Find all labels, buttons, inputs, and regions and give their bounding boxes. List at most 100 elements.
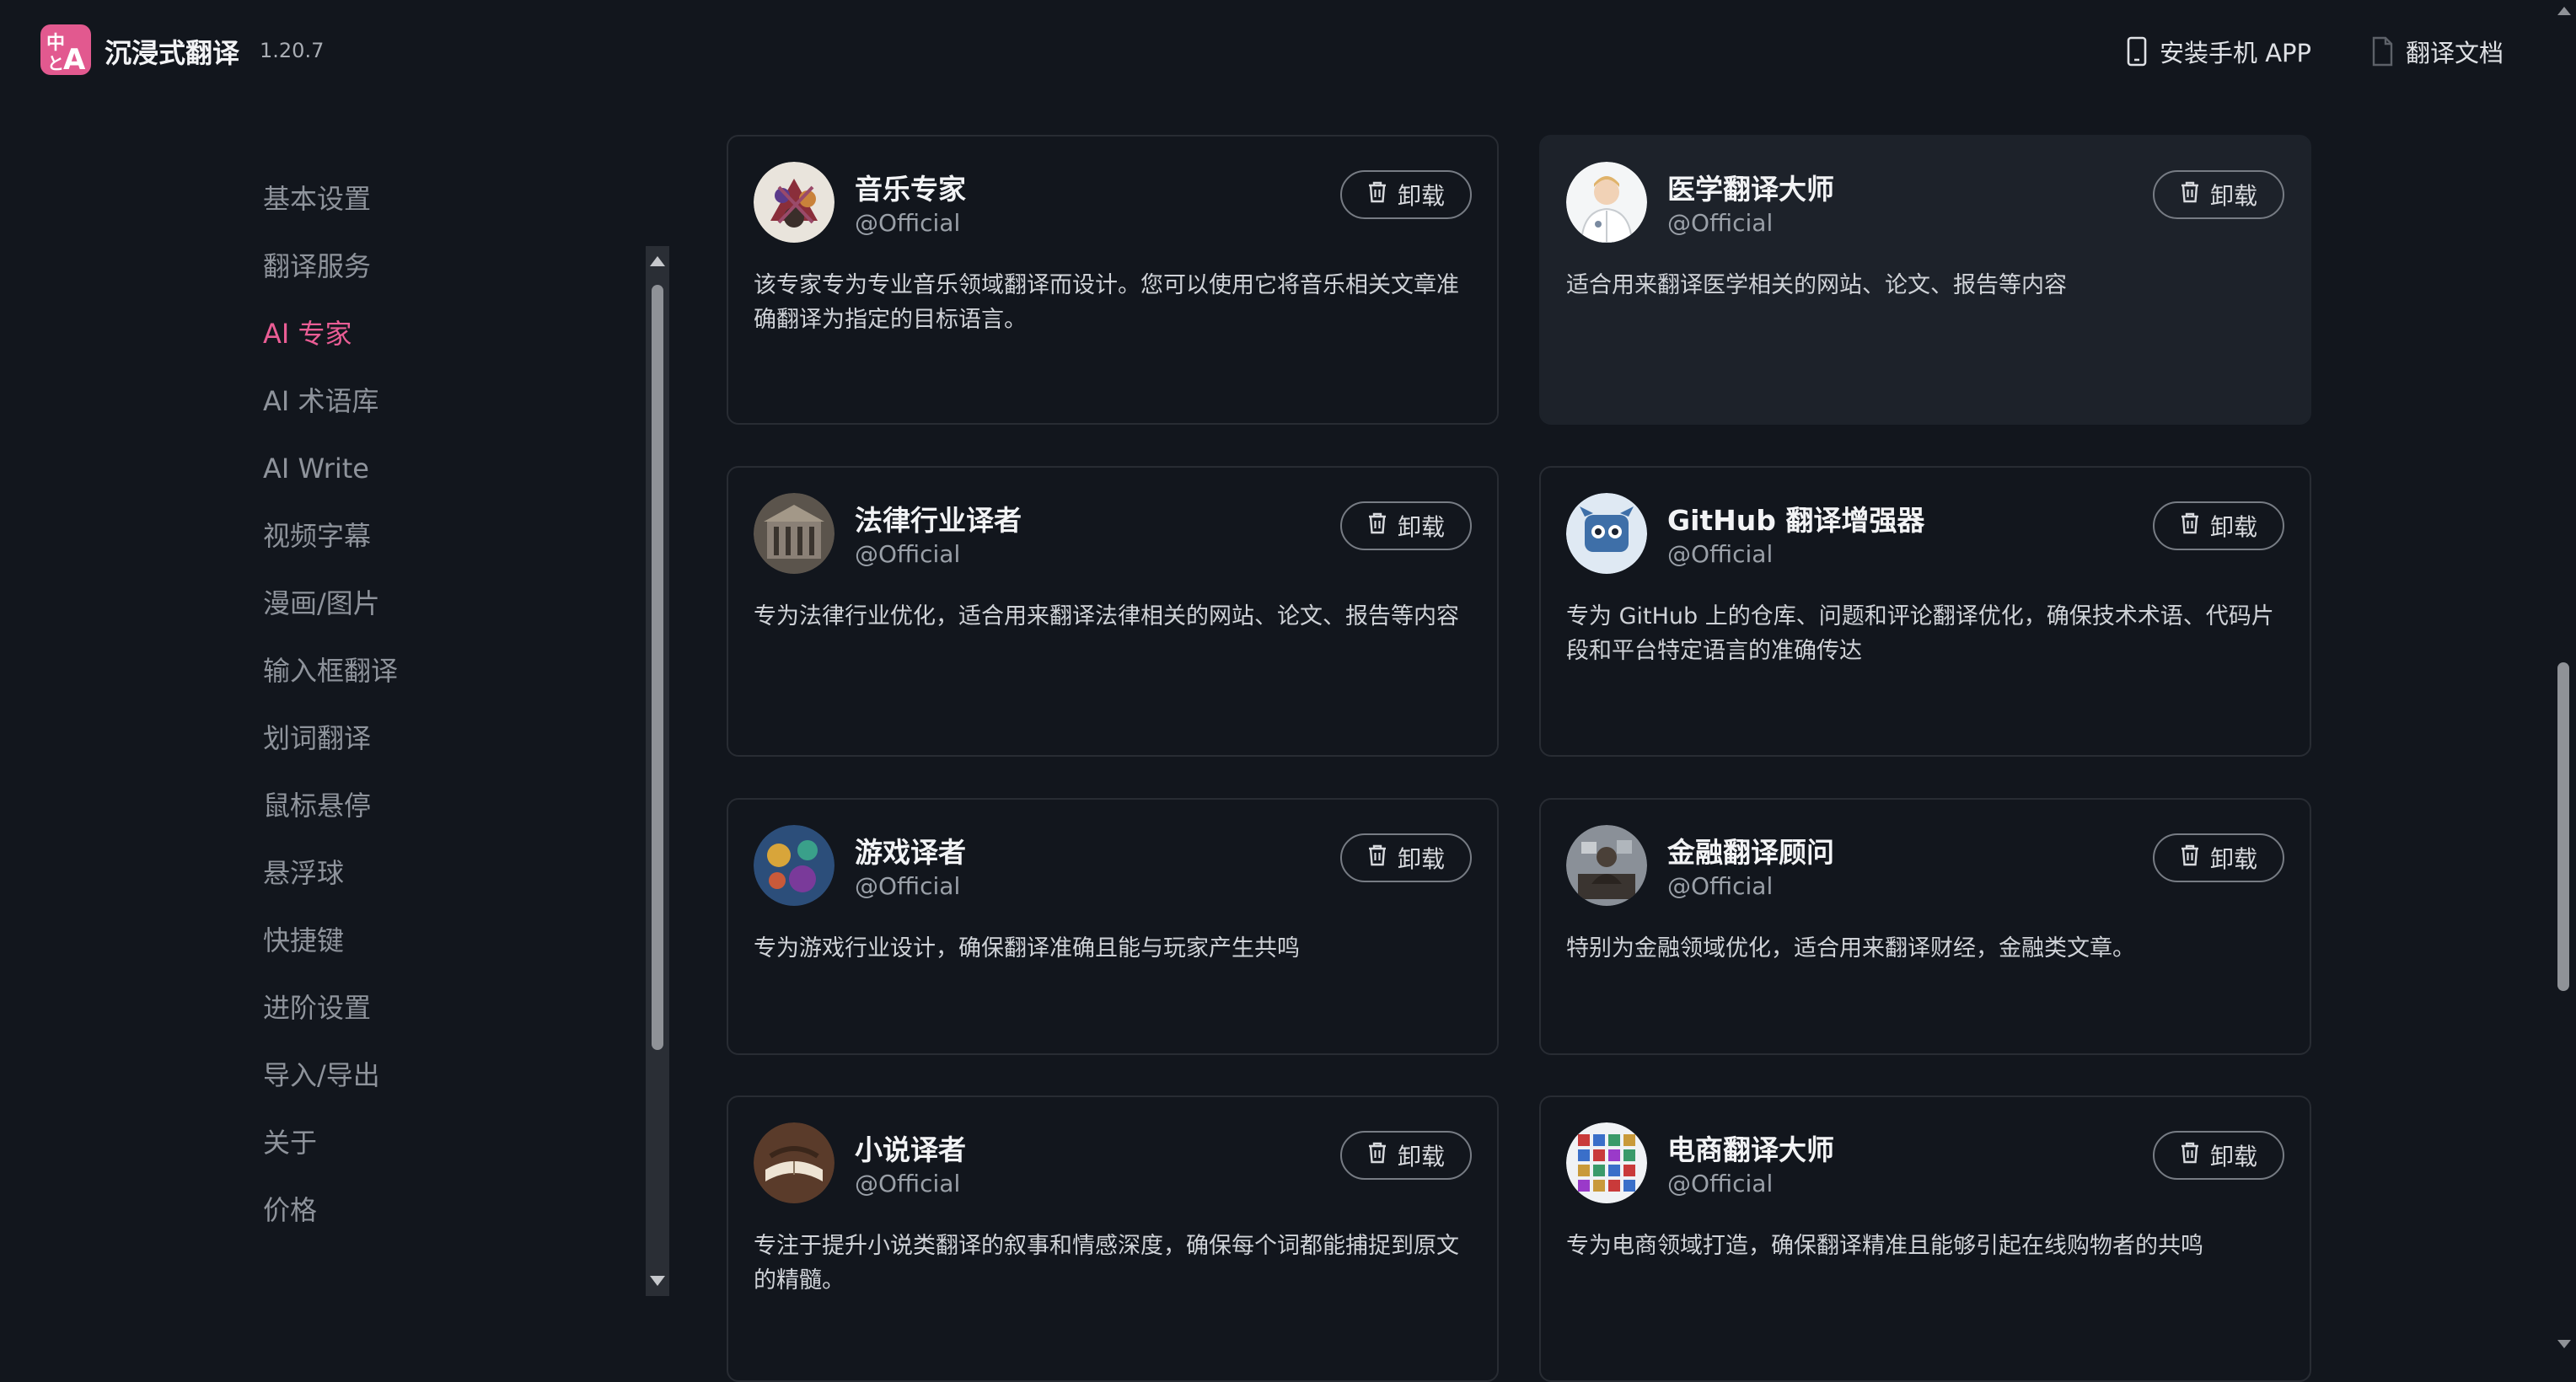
sidebar-item[interactable]: 输入框翻译 [263,645,617,713]
scroll-down-arrow-icon[interactable] [650,1276,665,1286]
uninstall-button[interactable]: 卸载 [2153,833,2284,882]
trash-icon [1367,844,1387,872]
expert-author: @Official [855,209,961,237]
expert-description: 专为法律行业优化，适合用来翻译法律相关的网站、论文、报告等内容 [754,603,1459,629]
uninstall-button[interactable]: 卸载 [2153,1131,2284,1180]
expert-title: 金融翻译顾问 [1667,836,1834,869]
expert-title: 小说译者 [855,1133,966,1166]
trash-icon [2180,181,2200,209]
uninstall-button[interactable]: 卸载 [1340,170,1472,219]
sidebar-scrollbar[interactable] [646,246,669,1296]
uninstall-label: 卸载 [2209,845,2257,873]
github-avatar-icon [1566,493,1647,574]
uninstall-button[interactable]: 卸载 [1340,501,1472,550]
trash-icon [2180,1142,2200,1170]
scrollbar-thumb[interactable] [652,285,663,1050]
trash-icon [1367,181,1387,209]
expert-title: 音乐专家 [855,173,966,206]
uninstall-label: 卸载 [1397,1143,1445,1170]
music-avatar-icon [754,162,835,243]
expert-description: 专为 GitHub 上的仓库、问题和评论翻译优化，确保技术术语、代码片段和平台特… [1566,603,2274,664]
sidebar-item[interactable]: AI 专家 [263,308,617,376]
expert-description: 专注于提升小说类翻译的叙事和情感深度，确保每个词都能捕捉到原文的精髓。 [754,1233,1459,1294]
expert-card[interactable]: 游戏译者 @Official 卸载专为游戏行业设计，确保翻译准确且能与玩家产生共鸣 [727,798,1499,1055]
trash-icon [1367,512,1387,540]
ecommerce-avatar-icon [1566,1122,1647,1203]
expert-description: 特别为金融领域优化，适合用来翻译财经，金融类文章。 [1566,935,2135,962]
sidebar-item[interactable]: 悬浮球 [263,848,617,915]
expert-author: @Official [855,1170,961,1197]
sidebar-item[interactable]: 关于 [263,1117,617,1185]
sidebar-item[interactable]: 快捷键 [263,915,617,983]
expert-card[interactable]: 音乐专家 @Official 卸载该专家专为专业音乐领域翻译而设计。您可以使用它将音… [727,135,1499,425]
uninstall-label: 卸载 [2209,182,2257,210]
expert-author: @Official [1667,872,1774,900]
expert-description: 专为游戏行业设计，确保翻译准确且能与玩家产生共鸣 [754,935,1300,962]
sidebar-item[interactable]: 导入/导出 [263,1050,617,1117]
sidebar-item[interactable]: 漫画/图片 [263,578,617,645]
install-mobile-app-link[interactable]: 安装手机 APP [2126,34,2311,69]
scroll-up-arrow-icon[interactable] [650,256,665,266]
expert-author: @Official [855,872,961,900]
uninstall-label: 卸载 [1397,513,1445,541]
expert-title: 游戏译者 [855,836,966,869]
expert-description: 适合用来翻译医学相关的网站、论文、报告等内容 [1566,272,2067,298]
sidebar-item[interactable]: 视频字幕 [263,511,617,578]
expert-card[interactable]: 法律行业译者 @Official 卸载专为法律行业优化，适合用来翻译法律相关的网站、… [727,466,1499,757]
sidebar-item[interactable]: 价格 [263,1185,617,1252]
sidebar-item[interactable]: 鼠标悬停 [263,780,617,848]
sidebar-item[interactable]: 基本设置 [263,174,617,241]
uninstall-label: 卸载 [1397,182,1445,210]
translate-docs-label: 翻译文档 [2406,39,2504,67]
app-header: 中 A と 沉浸式翻译 1.20.7 安装手机 APP 翻译文档 [0,0,2576,104]
expert-author: @Official [855,540,961,568]
expert-card[interactable]: 金融翻译顾问 @Official 卸载特别为金融领域优化，适合用来翻译财经，金融类文… [1539,798,2311,1055]
sidebar-item[interactable]: 进阶设置 [263,983,617,1050]
expert-author: @Official [1667,540,1774,568]
uninstall-button[interactable]: 卸载 [2153,170,2284,219]
expert-card[interactable]: 小说译者 @Official 卸载专注于提升小说类翻译的叙事和情感深度，确保每个词都… [727,1095,1499,1382]
sidebar-item[interactable]: AI Write [263,443,617,511]
law-avatar-icon [754,493,835,574]
scroll-up-arrow-icon[interactable] [2557,7,2571,15]
expert-author: @Official [1667,1170,1774,1197]
sidebar-item[interactable]: 翻译服务 [263,241,617,308]
expert-title: 医学翻译大师 [1667,173,1834,206]
sidebar-item[interactable]: AI 术语库 [263,376,617,443]
install-mobile-app-label: 安装手机 APP [2160,39,2312,67]
game-avatar-icon [754,825,835,906]
expert-title: GitHub 翻译增强器 [1667,504,1925,537]
page-scrollbar[interactable] [2552,0,2576,1355]
novel-avatar-icon [754,1122,835,1203]
uninstall-label: 卸载 [2209,1143,2257,1170]
settings-sidebar: 基本设置 翻译服务 AI 专家 AI 术语库 AI Write 视频字幕 漫画/图片 输入框翻… [0,104,674,1355]
doctor-avatar-icon [1566,162,1647,243]
logo-glyph: と [47,53,64,73]
uninstall-button[interactable]: 卸载 [1340,833,1472,882]
app-logo-icon: 中 A と [40,24,91,75]
expert-card[interactable]: 电商翻译大师 @Official 卸载 专为电商领域打造，确保翻译精准且能够引起在线购… [1539,1095,2311,1382]
logo-glyph: A [63,43,86,75]
uninstall-button[interactable]: 卸载 [2153,501,2284,550]
app-title: 沉浸式翻译 [105,37,240,69]
expert-title: 电商翻译大师 [1667,1133,1834,1166]
scroll-down-arrow-icon[interactable] [2557,1340,2571,1348]
uninstall-button[interactable]: 卸载 [1340,1131,1472,1180]
expert-title: 法律行业译者 [855,504,1022,537]
expert-card[interactable]: 医学翻译大师 @Official 卸载适合用来翻译医学相关的网站、论文、报告等内容 [1539,135,2311,425]
sidebar-nav: 基本设置 翻译服务 AI 专家 AI 术语库 AI Write 视频字幕 漫画/图片 输入框翻… [263,174,617,1296]
translate-docs-link[interactable]: 翻译文档 [2370,34,2504,69]
page-scrollbar-thumb[interactable] [2557,662,2569,991]
finance-avatar-icon [1566,825,1647,906]
document-icon [2370,36,2394,67]
uninstall-label: 卸载 [1397,845,1445,873]
uninstall-label: 卸载 [2209,513,2257,541]
trash-icon [2180,512,2200,540]
sidebar-item[interactable]: 划词翻译 [263,713,617,780]
mobile-phone-icon [2126,36,2148,67]
trash-icon [1367,1142,1387,1170]
expert-description: 该专家专为专业音乐领域翻译而设计。您可以使用它将音乐相关文章准确翻译为指定的目标… [754,272,1459,333]
trash-icon [2180,844,2200,872]
expert-card[interactable]: GitHub 翻译增强器 @Official 卸载专为 GitHub 上的仓库、问题… [1539,466,2311,757]
expert-author: @Official [1667,209,1774,237]
